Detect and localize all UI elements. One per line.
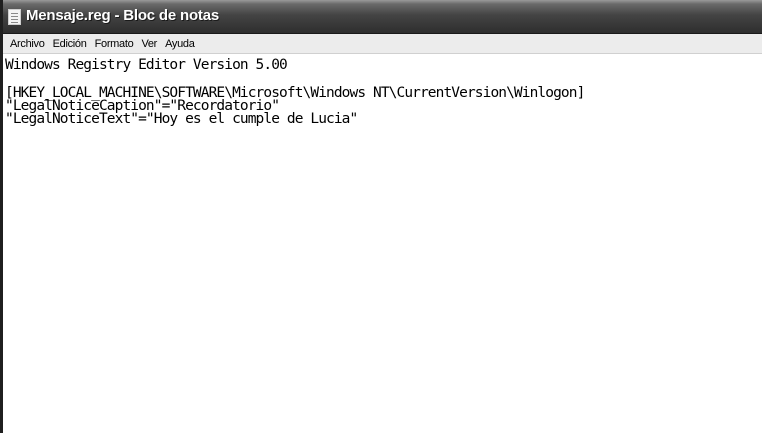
text-editor-area[interactable]: Windows Registry Editor Version 5.00 [HK… [3,55,762,433]
menu-edicion[interactable]: Edición [49,35,91,53]
menu-bar: Archivo Edición Formato Ver Ayuda [3,34,762,54]
text-line-notice-text: "LegalNoticeText"="Hoy es el cumple de L… [5,111,358,127]
notepad-icon[interactable] [8,9,21,25]
window-title: Mensaje.reg - Bloc de notas [26,7,219,24]
menu-ver[interactable]: Ver [137,35,161,53]
menu-formato[interactable]: Formato [91,35,138,53]
notepad-window: Mensaje.reg - Bloc de notas Archivo Edic… [0,0,762,433]
text-line-header: Windows Registry Editor Version 5.00 [5,57,288,73]
menu-archivo[interactable]: Archivo [6,35,49,53]
title-bar[interactable]: Mensaje.reg - Bloc de notas [3,0,762,34]
menu-ayuda[interactable]: Ayuda [161,35,199,53]
